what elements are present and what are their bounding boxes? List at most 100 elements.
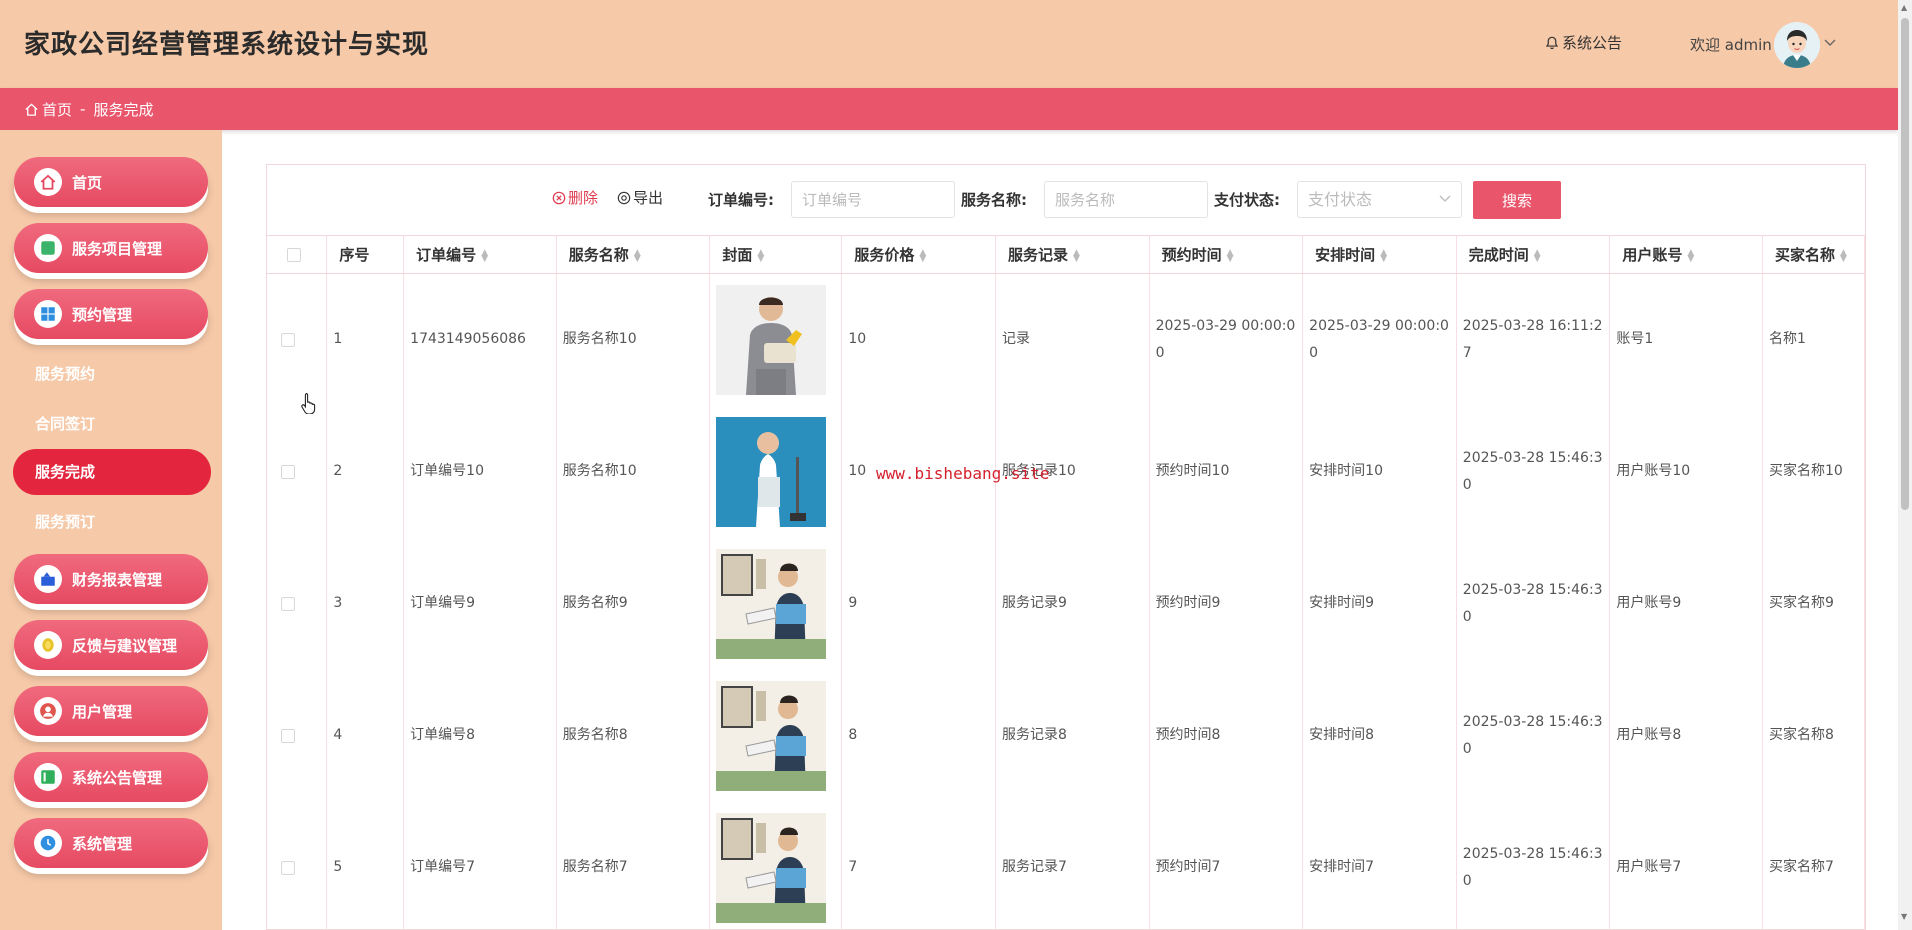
circle-close-icon — [552, 191, 566, 204]
row-checkbox[interactable] — [281, 332, 295, 347]
column-header-label: 服务名称 — [568, 246, 629, 264]
vertical-scrollbar[interactable]: ▲ ▼ — [1898, 0, 1912, 930]
column-header-price[interactable]: 服务价格 ▲ ▼ — [841, 235, 996, 274]
sidebar-sub-service-complete[interactable]: 服务完成 — [13, 449, 211, 495]
search-button[interactable]: 搜索 — [1473, 181, 1561, 219]
row-checkbox[interactable] — [281, 728, 295, 743]
delete-label: 删除 — [568, 189, 599, 207]
sidebar-item-label: 反馈与建议管理 — [72, 636, 178, 655]
sidebar-item-service-projects[interactable]: 服务项目管理 — [14, 223, 208, 273]
column-header-order[interactable]: 订单编号 ▲ ▼ — [403, 235, 557, 274]
sidebar-item-feedback[interactable]: 反馈与建议管理 — [14, 620, 208, 670]
cell-order: 订单编号9 — [403, 537, 557, 670]
cell-done: 2025-03-28 15:46:30 — [1456, 405, 1611, 538]
breadcrumb-home[interactable]: 首页 — [24, 99, 72, 120]
scroll-down-icon[interactable]: ▼ — [1901, 912, 1907, 921]
sidebar-item-system[interactable]: 系统管理 — [14, 818, 208, 868]
column-header-buyer[interactable]: 买家名称 ▲ ▼ — [1762, 235, 1865, 274]
sidebar-sub-service-reservation[interactable]: 服务预约 — [35, 363, 95, 384]
cell-price: 10 — [841, 273, 996, 406]
cover-image[interactable] — [716, 680, 827, 791]
sort-icon[interactable]: ▲ ▼ — [634, 248, 641, 263]
cover-image[interactable] — [716, 416, 827, 527]
table-row[interactable]: 2 订单编号10 服务名称10 10 服务记录10 预约时间10 安排时间10 2025-03… — [267, 405, 1865, 538]
data-table: 序号 订单编号 ▲ ▼ 服务名称 ▲ ▼ 封面 ▲ ▼ 服务价格 ▲ ▼ 服务记录 ▲ ▼ 预约时间… — [267, 235, 1865, 930]
column-header-label: 预约时间 — [1161, 246, 1222, 264]
sort-icon[interactable]: ▲ ▼ — [1227, 248, 1234, 263]
table-row[interactable]: 1 1743149056086 服务名称10 10 记录 2025-03-29 00:00… — [267, 273, 1865, 406]
cover-image[interactable] — [716, 548, 827, 659]
avatar[interactable] — [1774, 22, 1820, 68]
sidebar-item-label: 服务项目管理 — [72, 239, 163, 258]
cover-cell — [709, 405, 843, 538]
sort-icon[interactable]: ▲ ▼ — [1073, 248, 1080, 263]
cell-reserve: 2025-03-29 00:00:00 — [1149, 273, 1304, 406]
sidebar-item-home[interactable]: 首页 — [14, 157, 208, 207]
select-all-checkbox[interactable] — [287, 247, 301, 262]
cell-service: 服务名称10 — [556, 405, 711, 538]
row-select-cell — [267, 801, 328, 930]
chevron-down-icon[interactable] — [1824, 36, 1836, 50]
system-notice-link[interactable]: 系统公告 — [1545, 32, 1622, 53]
sidebar-item-reservations[interactable]: 预约管理 — [14, 289, 208, 339]
sort-icon[interactable]: ▲ ▼ — [1840, 248, 1847, 263]
column-header-reserve[interactable]: 预约时间 ▲ ▼ — [1149, 235, 1304, 274]
column-header-record[interactable]: 服务记录 ▲ ▼ — [995, 235, 1150, 274]
column-header-arrange[interactable]: 安排时间 ▲ ▼ — [1302, 235, 1457, 274]
cover-image[interactable] — [716, 812, 827, 923]
sidebar-item-users[interactable]: 用户管理 — [14, 686, 208, 736]
sidebar-sub-contract-signing[interactable]: 合同签订 — [35, 413, 95, 434]
hand-cursor-icon — [300, 392, 318, 418]
row-select-cell — [267, 669, 328, 802]
scroll-up-icon[interactable]: ▲ — [1901, 3, 1907, 12]
sort-icon[interactable]: ▲ ▼ — [919, 248, 926, 263]
sort-icon[interactable]: ▲ ▼ — [1380, 248, 1387, 263]
cell-buyer: 买家名称7 — [1762, 801, 1865, 930]
home-icon — [25, 102, 38, 116]
sidebar-item-label: 系统公告管理 — [72, 768, 163, 787]
pay-status-select[interactable]: 支付状态 — [1297, 181, 1462, 218]
export-button[interactable]: 导出 — [617, 187, 663, 208]
sort-icon[interactable]: ▲ ▼ — [1534, 248, 1541, 263]
column-header-account[interactable]: 用户账号 ▲ ▼ — [1609, 235, 1764, 274]
cell-buyer: 买家名称10 — [1762, 405, 1865, 538]
cell-service: 服务名称10 — [556, 273, 711, 406]
cell-arrange: 安排时间9 — [1302, 537, 1457, 670]
cover-image[interactable] — [716, 284, 827, 395]
column-header-label: 买家名称 — [1775, 246, 1836, 264]
main-content-card: 删除 导出 订单编号: 服务名称: 支付状态: 支付状态 搜索 序号 — [266, 164, 1866, 930]
sidebar-item-finance-reports[interactable]: 财务报表管理 — [14, 554, 208, 604]
cell-index: 3 — [326, 537, 405, 670]
table-row[interactable]: 5 订单编号7 服务名称7 7 服务记录7 预约时间7 安排时间7 2025-03-28 15… — [267, 801, 1865, 930]
column-header-service[interactable]: 服务名称 ▲ ▼ — [556, 235, 711, 274]
cell-index: 5 — [326, 801, 405, 930]
green-square-icon — [34, 234, 62, 262]
export-icon — [617, 191, 631, 204]
row-select-cell — [267, 537, 328, 670]
cell-price: 9 — [841, 537, 996, 670]
column-header-cover[interactable]: 封面 ▲ ▼ — [709, 235, 843, 274]
table-row[interactable]: 4 订单编号8 服务名称8 8 服务记录8 预约时间8 安排时间8 2025-03-28 15… — [267, 669, 1865, 802]
cell-reserve: 预约时间10 — [1149, 405, 1304, 538]
cell-index: 4 — [326, 669, 405, 802]
service-name-input[interactable] — [1044, 181, 1208, 218]
cell-service: 服务名称9 — [556, 537, 711, 670]
sidebar-item-notice-management[interactable]: 系统公告管理 — [14, 752, 208, 802]
row-checkbox[interactable] — [281, 860, 295, 875]
sidebar-sub-service-booking[interactable]: 服务预订 — [35, 511, 95, 532]
order-number-input[interactable] — [791, 181, 955, 218]
table-row[interactable]: 3 订单编号9 服务名称9 9 服务记录9 预约时间9 安排时间9 2025-03-28 15… — [267, 537, 1865, 670]
cell-record: 服务记录9 — [995, 537, 1150, 670]
cell-price: 7 — [841, 801, 996, 930]
sort-icon[interactable]: ▲ ▼ — [481, 248, 488, 263]
sidebar-item-label: 财务报表管理 — [72, 570, 163, 589]
column-header-done[interactable]: 完成时间 ▲ ▼ — [1456, 235, 1611, 274]
delete-button[interactable]: 删除 — [552, 187, 598, 208]
breadcrumb-current: 服务完成 — [93, 100, 154, 119]
sort-icon[interactable]: ▲ ▼ — [757, 248, 764, 263]
cell-service: 服务名称7 — [556, 801, 711, 930]
sort-icon[interactable]: ▲ ▼ — [1687, 248, 1694, 263]
scrollbar-thumb[interactable] — [1901, 18, 1909, 510]
row-checkbox[interactable] — [281, 464, 295, 479]
row-checkbox[interactable] — [281, 596, 295, 611]
